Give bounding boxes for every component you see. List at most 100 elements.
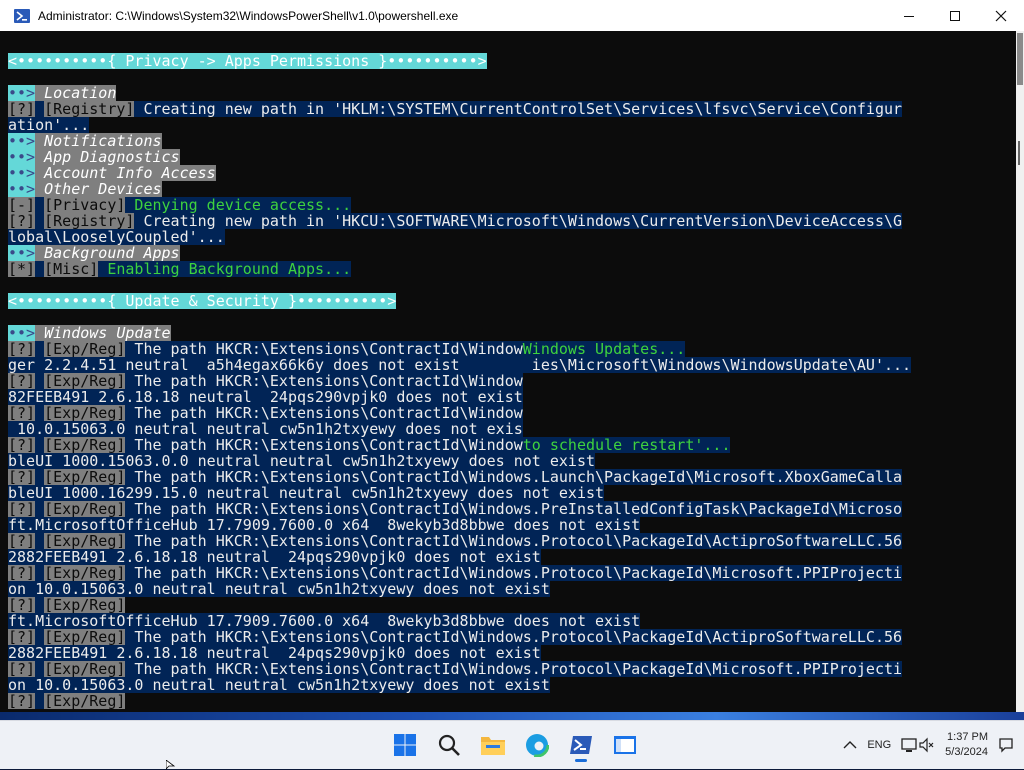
console-text-segment: on_10.0.15063.0_neutral_neutral_cw5n1h2t… xyxy=(8,581,550,597)
notifications-button[interactable] xyxy=(998,737,1014,753)
console-line: [?] [Registry] Creating new path in 'HKL… xyxy=(8,101,998,117)
search-button[interactable] xyxy=(430,727,468,763)
console-text-segment: Creating new path in 'HKLM:\SYSTEM\Curre… xyxy=(134,101,903,117)
console-text-segment: _10.0.15063.0_neutral_neutral_cw5n1h2txy… xyxy=(8,421,523,437)
volume-muted-icon xyxy=(919,737,934,753)
console-text-segment: [?] xyxy=(8,341,36,357)
console-line: on_10.0.15063.0_neutral_neutral_cw5n1h2t… xyxy=(8,677,998,693)
console-line: [?] [Exp/Reg] The path HKCR:\Extensions\… xyxy=(8,341,998,357)
console-text-segment: The path HKCR:\Extensions\ContractId\Win… xyxy=(125,341,523,357)
console-text-segment: [?] xyxy=(8,101,36,117)
console-line: [?] [Exp/Reg] The path HKCR:\Extensions\… xyxy=(8,629,998,645)
console-line: 2882FEEB491_2.6.18.18_neutral__24pqs290v… xyxy=(8,645,998,661)
console-text-segment: Other Devices xyxy=(35,181,162,197)
file-explorer-button[interactable] xyxy=(474,727,512,763)
console-text-segment: ••> xyxy=(8,325,36,341)
clock-date: 5/3/2024 xyxy=(945,746,988,758)
console-text-segment: [?] xyxy=(8,501,36,517)
console-text-segment: Enabling Background Apps... xyxy=(98,261,352,277)
console-text-segment: [*] xyxy=(8,261,36,277)
console-text-segment: [Exp/Reg] xyxy=(44,373,126,389)
console-text-segment xyxy=(35,533,45,549)
close-icon xyxy=(995,10,1007,21)
console-text-segment: The path HKCR:\Extensions\ContractId\Win… xyxy=(125,533,903,549)
console-text-segment: bleUI_1000.16299.15.0_neutral_neutral_cw… xyxy=(8,485,605,501)
console-line: <••••••••••{ Privacy -> Apps Permissions… xyxy=(8,53,998,69)
console-text-segment: [?] xyxy=(8,661,36,677)
console-line: ••> Account Info Access xyxy=(8,165,998,181)
console-text-segment: App Diagnostics xyxy=(35,149,180,165)
console-line: ••> Background Apps xyxy=(8,245,998,261)
console-text-segment: bleUI_1000.15063.0.0_neutral_neutral_cw5… xyxy=(8,453,595,469)
console-text-segment: [Exp/Reg] xyxy=(44,693,126,709)
console-line: [?] [Exp/Reg] The path HKCR:\Extensions\… xyxy=(8,405,998,421)
console-output[interactable]: <••••••••••{ Privacy -> Apps Permissions… xyxy=(0,31,1016,712)
console-text-segment: 82FEEB491_2.6.18.18_neutral__24pqs290vpj… xyxy=(8,389,523,405)
console-text-segment: [?] xyxy=(8,469,36,485)
console-text-segment: ••> xyxy=(8,165,36,181)
console-text-segment: Windows Update xyxy=(35,325,171,341)
console-text-segment: The path HKCR:\Extensions\ContractId\Win… xyxy=(125,629,903,645)
vertical-scrollbar[interactable] xyxy=(1016,31,1024,712)
console-line: ••> Location xyxy=(8,85,998,101)
start-button[interactable] xyxy=(386,727,424,763)
window-app-button[interactable] xyxy=(606,727,644,763)
console-text-segment: ••> xyxy=(8,181,36,197)
console-text-segment xyxy=(35,437,45,453)
console-line: [?] [Exp/Reg] The path HKCR:\Extensions\… xyxy=(8,661,998,677)
console-text-segment: [Registry] xyxy=(44,213,135,229)
console-text-segment: [?] xyxy=(8,405,36,421)
console-text-segment: on_10.0.15063.0_neutral_neutral_cw5n1h2t… xyxy=(8,677,550,693)
console-text-segment: <••••••••••{ xyxy=(8,293,126,309)
console-text-segment: Account Info Access xyxy=(35,165,216,181)
console-text-segment xyxy=(35,405,45,421)
console-line: bleUI_1000.15063.0.0_neutral_neutral_cw5… xyxy=(8,453,998,469)
network-volume-button[interactable] xyxy=(901,737,935,753)
console-line: 82FEEB491_2.6.18.18_neutral__24pqs290vpj… xyxy=(8,389,998,405)
start-button-icon xyxy=(394,734,416,756)
console-line: [?] [Registry] Creating new path in 'HKC… xyxy=(8,213,998,229)
console-text-segment: ••> xyxy=(8,245,36,261)
console-text-segment: ••> xyxy=(8,149,36,165)
console-text-segment xyxy=(35,469,45,485)
console-text-segment xyxy=(35,341,45,357)
console-line: [?] [Exp/Reg] xyxy=(8,597,998,613)
maximize-button[interactable] xyxy=(932,0,978,31)
window-title: Administrator: C:\Windows\System32\Windo… xyxy=(38,8,459,23)
notification-icon xyxy=(999,738,1013,753)
powershell-taskbar-button[interactable] xyxy=(562,727,600,763)
scrollbar-thumb[interactable] xyxy=(1017,33,1023,85)
language-indicator[interactable]: ENG xyxy=(867,739,891,751)
console-text-segment: The path HKCR:\Extensions\ContractId\Win… xyxy=(125,565,903,581)
console-text-segment: [Exp/Reg] xyxy=(44,661,126,677)
minimize-icon xyxy=(904,15,914,17)
search-icon xyxy=(438,734,460,756)
console-line: bleUI_1000.16299.15.0_neutral_neutral_cw… xyxy=(8,485,998,501)
show-hidden-icons-button[interactable] xyxy=(843,740,857,750)
window-title-bar[interactable]: Administrator: C:\Windows\System32\Windo… xyxy=(0,0,1024,31)
console-text-segment: [Registry] xyxy=(44,101,135,117)
console-text-segment: ••> xyxy=(8,85,36,101)
console-line: ft.MicrosoftOfficeHub_17.7909.7600.0_x64… xyxy=(8,517,998,533)
console-text-segment xyxy=(35,261,45,277)
console-line: ation'... xyxy=(8,117,998,133)
console-line: _10.0.15063.0_neutral_neutral_cw5n1h2txy… xyxy=(8,421,998,437)
taskbar-clock[interactable]: 1:37 PM 5/3/2024 xyxy=(945,730,988,760)
console-line: [?] [Exp/Reg] xyxy=(8,693,998,709)
console-text-segment: The path HKCR:\Extensions\ContractId\Win… xyxy=(125,501,903,517)
console-line: [?] [Exp/Reg] The path HKCR:\Extensions\… xyxy=(8,501,998,517)
minimize-button[interactable] xyxy=(886,0,932,31)
console-text-segment xyxy=(35,629,45,645)
console-text-segment: [Misc] xyxy=(44,261,99,277)
edge-browser-button[interactable] xyxy=(518,727,556,763)
close-button[interactable] xyxy=(978,0,1024,31)
console-line: [?] [Exp/Reg] The path HKCR:\Extensions\… xyxy=(8,565,998,581)
taskbar-apps xyxy=(386,727,644,763)
console-text-segment: [Exp/Reg] xyxy=(44,565,126,581)
console-text-segment: Background Apps xyxy=(35,245,180,261)
console-line: [*] [Misc] Enabling Background Apps... xyxy=(8,261,998,277)
system-tray: ENG 1:37 PM 5/3/2024 xyxy=(843,721,1024,769)
console-line: on_10.0.15063.0_neutral_neutral_cw5n1h2t… xyxy=(8,581,998,597)
